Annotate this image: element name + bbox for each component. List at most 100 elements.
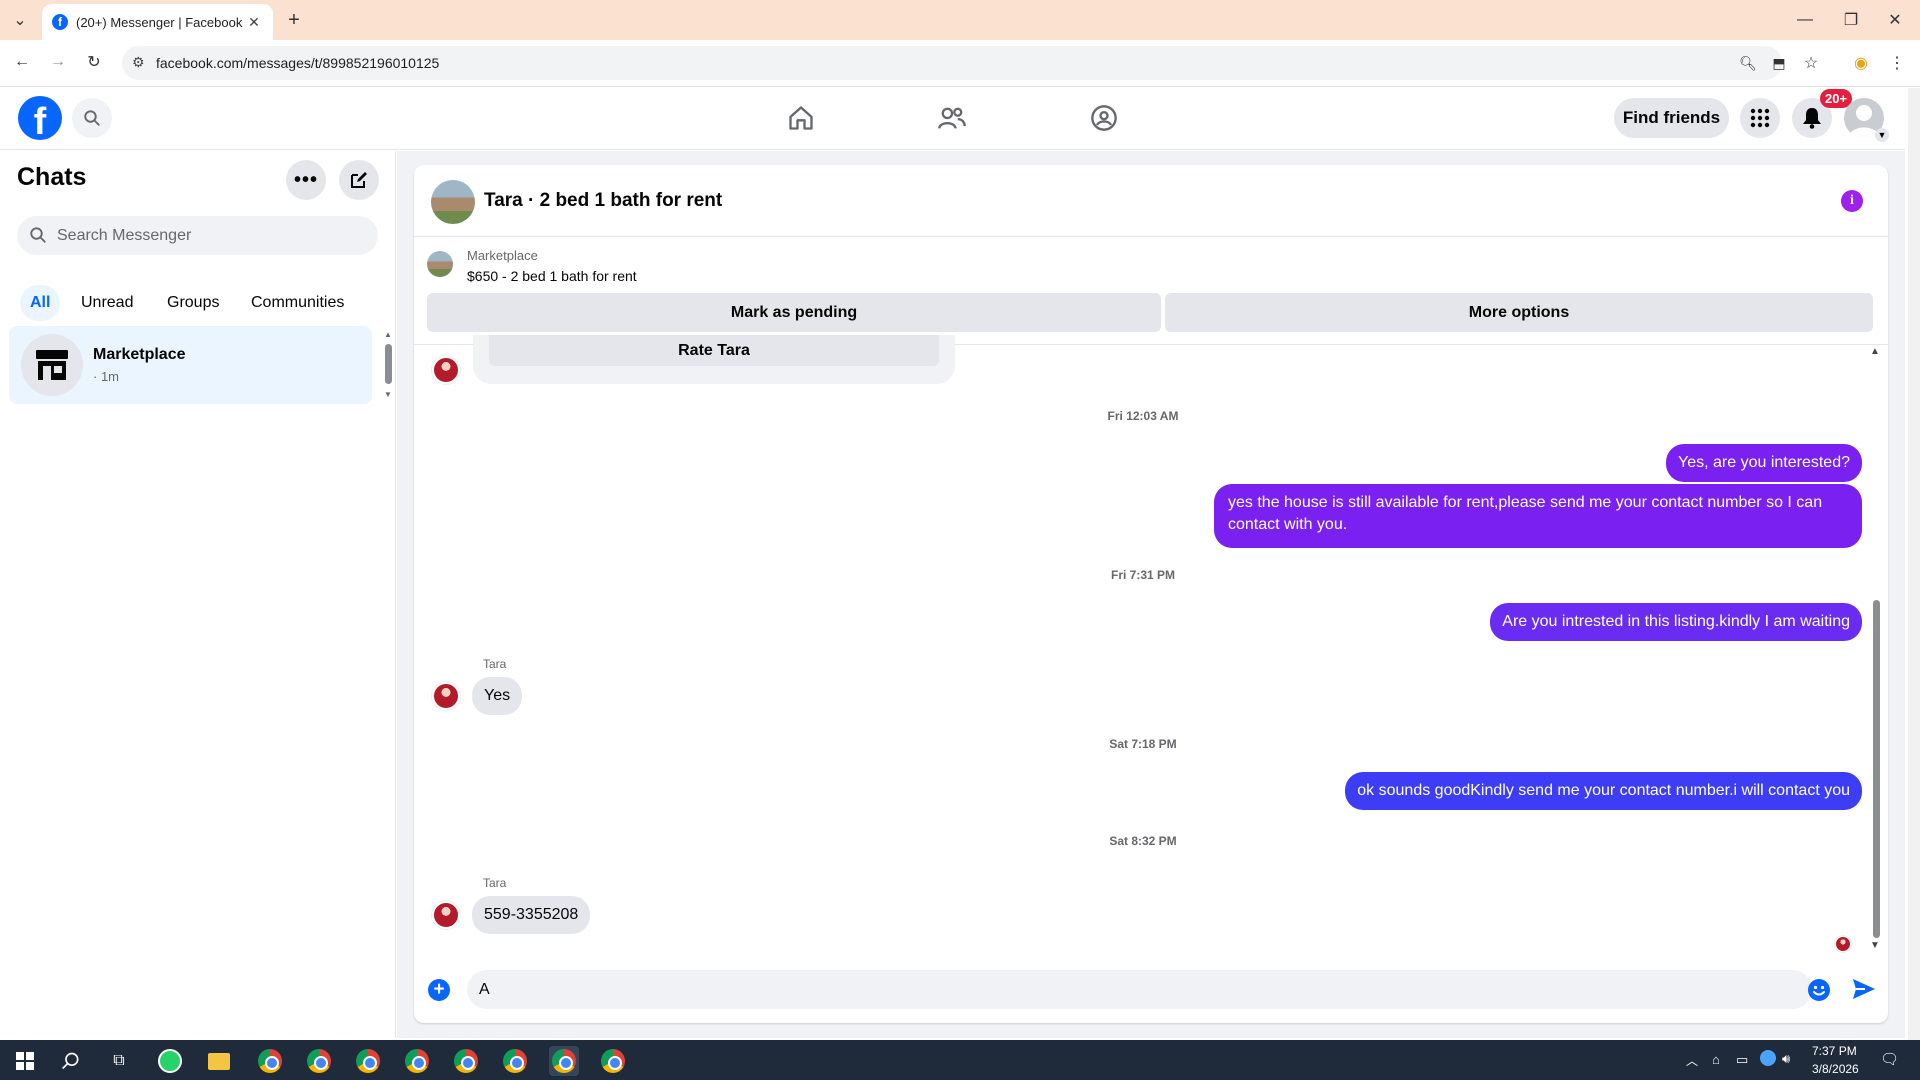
weather-icon[interactable] xyxy=(1760,1050,1776,1066)
tara-avatar[interactable] xyxy=(432,901,460,929)
emoji-icon[interactable] xyxy=(1808,979,1830,1001)
chrome-icon[interactable] xyxy=(353,1046,383,1076)
messages-scroll-down-icon[interactable]: ▼ xyxy=(1870,940,1880,951)
reload-icon[interactable]: ↻ xyxy=(82,50,106,74)
search-icon xyxy=(30,227,46,243)
sender-name: Tara xyxy=(483,876,507,890)
send-icon xyxy=(1853,979,1875,999)
mark-as-pending-button[interactable]: Mark as pending xyxy=(427,293,1161,332)
bell-icon xyxy=(1803,108,1821,129)
zoom-icon[interactable]: 🔍︎ xyxy=(1737,52,1759,74)
find-friends-button[interactable]: Find friends xyxy=(1614,98,1729,138)
display-icon[interactable]: ▭ xyxy=(1736,1052,1748,1068)
compose-icon xyxy=(351,172,367,188)
chrome-icon[interactable] xyxy=(500,1046,530,1076)
more-options-button[interactable]: More options xyxy=(1165,293,1873,332)
outgoing-message[interactable]: yes the house is still available for ren… xyxy=(1214,484,1862,548)
chats-title: Chats xyxy=(17,163,87,191)
tara-avatar[interactable] xyxy=(432,682,460,710)
new-tab-icon[interactable]: + xyxy=(282,8,306,32)
menu-button[interactable] xyxy=(1740,98,1780,138)
filter-tab-unread[interactable]: Unread xyxy=(71,285,143,321)
new-message-button[interactable] xyxy=(339,160,379,200)
address-bar[interactable]: ⚙ facebook.com/messages/t/89985219601012… xyxy=(122,46,1782,80)
back-icon[interactable]: ← xyxy=(10,50,34,74)
tray-chevron-up-icon[interactable]: ︿ xyxy=(1686,1052,1698,1069)
taskbar-search[interactable] xyxy=(56,1046,86,1076)
messages-scrollbar[interactable] xyxy=(1873,600,1880,938)
send-button[interactable] xyxy=(1851,977,1877,1006)
search-placeholder: Search Messenger xyxy=(57,226,192,244)
timestamp: Fri 7:31 PM xyxy=(1110,568,1176,582)
chat-options-button[interactable]: ••• xyxy=(286,160,326,200)
message-row-outgoing: Yes, are you interested? xyxy=(1666,444,1862,482)
volume-icon[interactable]: 🔊︎ xyxy=(1782,1051,1790,1067)
sidebar-scrollbar[interactable] xyxy=(385,344,392,384)
timestamp: Sat 7:18 PM xyxy=(1109,737,1177,751)
nav-groups[interactable] xyxy=(1082,98,1126,138)
filter-tab-communities[interactable]: Communities xyxy=(241,285,354,321)
listing-price-title[interactable]: $650 - 2 bed 1 bath for rent xyxy=(467,268,637,284)
profile-icon[interactable]: ◉ xyxy=(1850,52,1872,74)
chrome-icon[interactable] xyxy=(255,1046,285,1076)
outgoing-message[interactable]: ok sounds goodKindly send me your contac… xyxy=(1345,772,1862,810)
notification-center-icon[interactable]: 🗨︎ xyxy=(1880,1050,1899,1068)
install-app-icon[interactable]: ⬒ xyxy=(1768,52,1790,74)
messages-scroll-up-icon[interactable]: ▲ xyxy=(1870,346,1880,357)
search-messenger-input[interactable]: Search Messenger xyxy=(17,216,378,255)
outgoing-message[interactable]: Yes, are you interested? xyxy=(1666,444,1862,482)
start-button[interactable] xyxy=(10,1046,40,1076)
message-row-outgoing: Are you intrested in this listing.kindly… xyxy=(1490,603,1862,641)
chevron-down-icon[interactable]: ▼ xyxy=(1875,128,1889,142)
tara-avatar[interactable] xyxy=(432,356,460,384)
minimize-icon[interactable]: — xyxy=(1790,8,1820,32)
message-row-outgoing: ok sounds goodKindly send me your contac… xyxy=(1345,772,1862,810)
groups-icon xyxy=(1091,105,1117,131)
tab-search-icon[interactable]: ⌄ xyxy=(8,8,32,32)
taskbar-date[interactable]: 3/8/2026 xyxy=(1812,1062,1859,1076)
address-url: facebook.com/messages/t/899852196010125 xyxy=(156,55,440,71)
tab-close-icon[interactable]: ✕ xyxy=(245,14,263,31)
grid-menu-icon xyxy=(1750,108,1770,128)
chrome-icon[interactable] xyxy=(451,1046,481,1076)
bookmark-star-icon[interactable]: ☆ xyxy=(1800,52,1822,74)
nav-home[interactable] xyxy=(779,98,823,138)
nav-friends[interactable] xyxy=(930,98,974,138)
chrome-icon[interactable] xyxy=(402,1046,432,1076)
network-icon[interactable]: ⌂ xyxy=(1712,1052,1720,1067)
outgoing-message[interactable]: Are you intrested in this listing.kindly… xyxy=(1490,603,1862,641)
add-attachment-icon[interactable]: + xyxy=(428,979,450,1001)
browser-tab[interactable]: f (20+) Messenger | Facebook ✕ xyxy=(42,4,273,40)
whatsapp-icon[interactable] xyxy=(155,1046,185,1076)
site-info-icon[interactable]: ⚙ xyxy=(132,54,145,71)
chrome-icon-active[interactable] xyxy=(549,1046,579,1076)
search-icon xyxy=(62,1052,79,1070)
browser-menu-icon[interactable]: ⋮ xyxy=(1886,52,1908,74)
conversation-title[interactable]: Tara · 2 bed 1 bath for rent xyxy=(484,190,722,212)
chrome-icon[interactable] xyxy=(598,1046,628,1076)
rate-tara-button[interactable]: Rate Tara xyxy=(489,335,939,366)
file-explorer-icon[interactable] xyxy=(204,1046,234,1076)
task-view-icon[interactable]: ⧉ xyxy=(104,1046,134,1076)
forward-icon[interactable]: → xyxy=(46,50,70,74)
info-icon[interactable]: i xyxy=(1841,190,1863,212)
page-scrollbar[interactable] xyxy=(1908,88,1920,1040)
facebook-search-button[interactable] xyxy=(72,98,112,138)
facebook-logo-icon[interactable]: f xyxy=(18,96,62,140)
listing-thumbnail[interactable] xyxy=(431,180,475,224)
window-close-icon[interactable]: ✕ xyxy=(1880,8,1910,32)
chrome-icon[interactable] xyxy=(304,1046,334,1076)
marketplace-avatar xyxy=(21,334,83,396)
filter-tab-all[interactable]: All xyxy=(20,285,61,321)
incoming-message[interactable]: Yes xyxy=(472,677,523,715)
sidebar-scroll-up-icon[interactable]: ▲ xyxy=(384,330,392,339)
sidebar-scroll-down-icon[interactable]: ▼ xyxy=(384,390,392,399)
chat-name: Marketplace xyxy=(93,346,186,363)
filter-tab-groups[interactable]: Groups xyxy=(157,285,229,321)
incoming-message[interactable]: 559-3355208 xyxy=(472,896,591,934)
message-input[interactable] xyxy=(467,970,1812,1009)
restore-icon[interactable]: ❐ xyxy=(1836,8,1866,32)
taskbar-time[interactable]: 7:37 PM xyxy=(1812,1044,1857,1058)
search-icon xyxy=(84,110,100,126)
chat-time: · 1m xyxy=(93,369,119,384)
